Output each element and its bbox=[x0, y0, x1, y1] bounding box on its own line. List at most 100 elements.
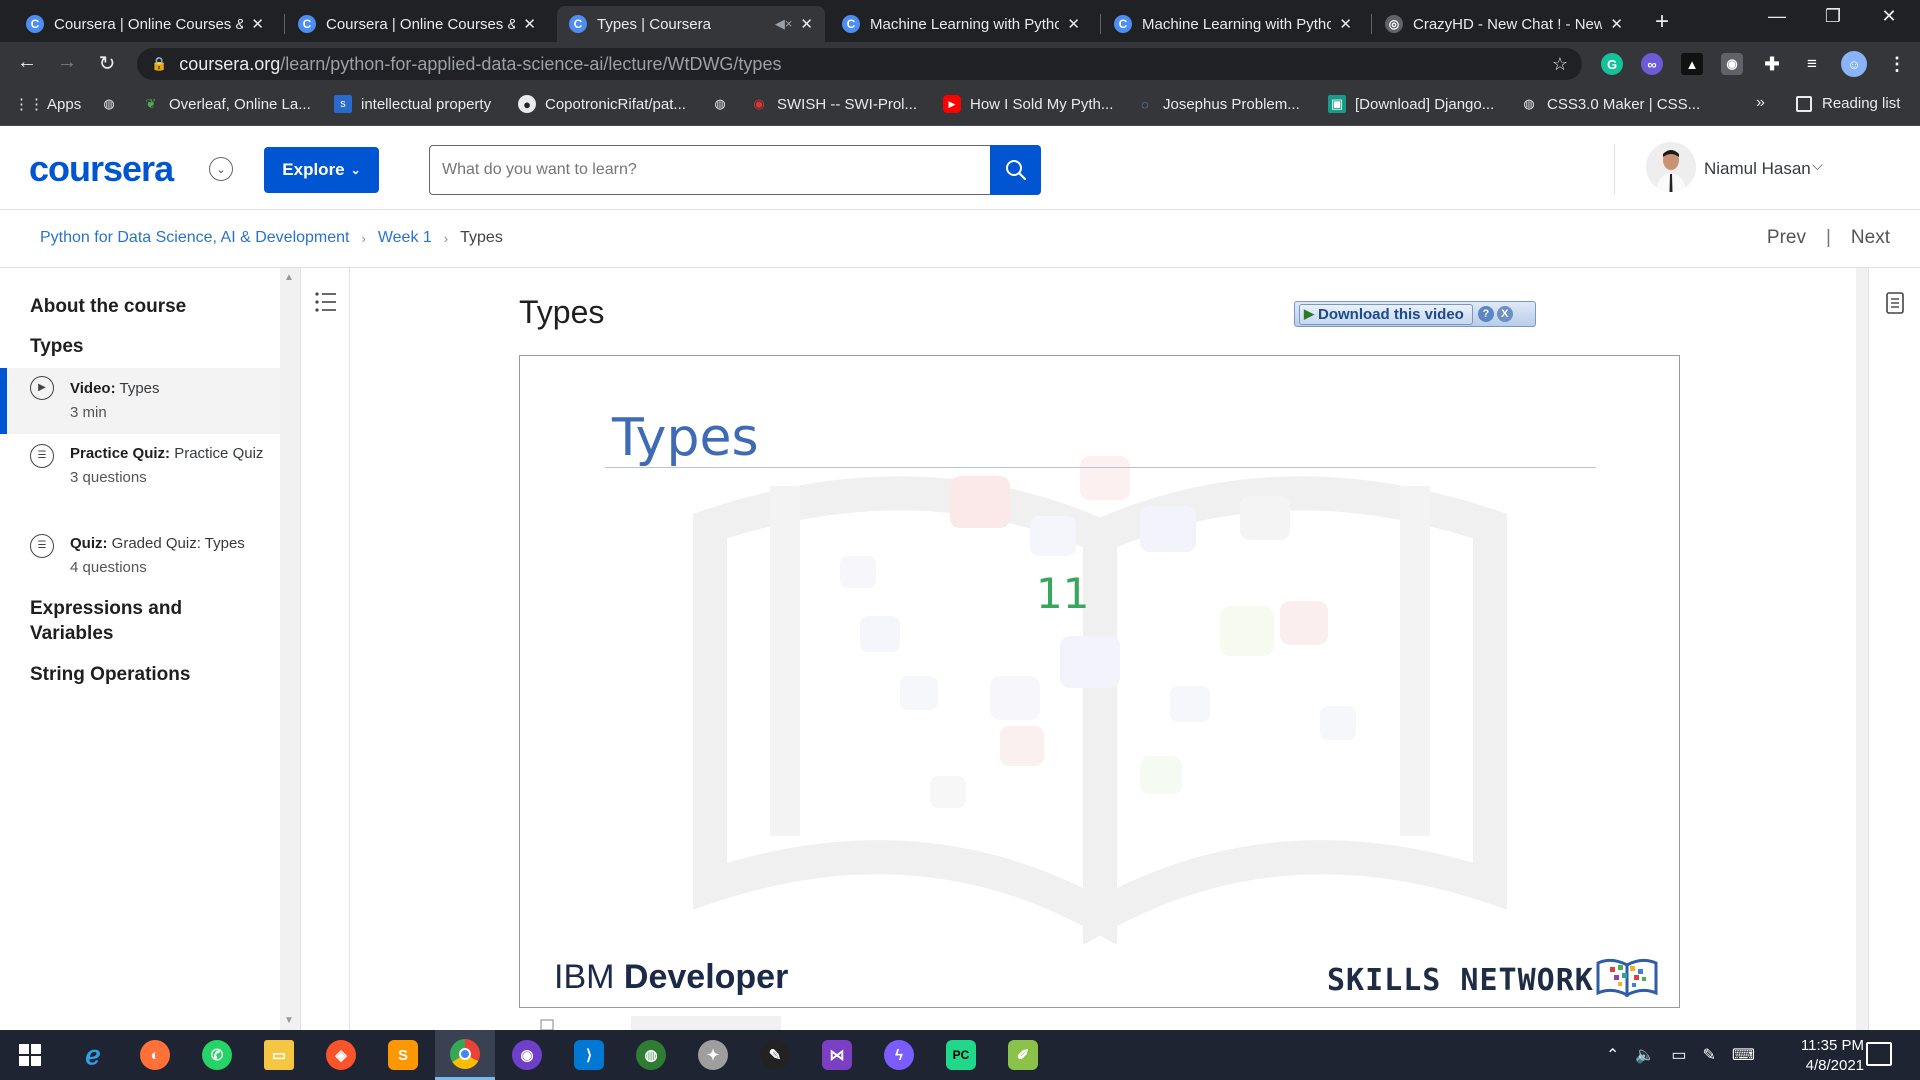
taskbar-app[interactable]: ▭ bbox=[249, 1030, 309, 1080]
bookmark-item[interactable]: ▣ [Download] Django... bbox=[1328, 95, 1494, 113]
bookmark-item[interactable]: ◍ bbox=[100, 95, 127, 113]
scroll-up-icon[interactable]: ▲ bbox=[284, 272, 294, 283]
sidebar-item-graded-quiz[interactable]: ☰ Quiz: Graded Quiz: Types 4 questions bbox=[0, 532, 280, 582]
bookmark-item[interactable]: ◍ CSS3.0 Maker | CSS... bbox=[1520, 95, 1700, 113]
more-bookmarks-button[interactable]: » bbox=[1756, 94, 1765, 112]
close-icon[interactable]: X bbox=[1496, 306, 1513, 322]
bookmark-item[interactable]: ❦ Overleaf, Online La... bbox=[142, 95, 311, 113]
extension-icon[interactable]: ∞ bbox=[1641, 53, 1663, 75]
taskbar-app[interactable]: ◉ bbox=[497, 1030, 557, 1080]
list-outline-icon[interactable] bbox=[314, 290, 338, 314]
extension-icon[interactable]: ▲ bbox=[1681, 53, 1703, 75]
close-tab-icon[interactable]: ✕ bbox=[800, 15, 813, 33]
taskbar-app[interactable]: S bbox=[373, 1030, 433, 1080]
media-control-icon[interactable]: ≡ bbox=[1801, 53, 1823, 75]
grammarly-extension-icon[interactable]: G bbox=[1601, 53, 1623, 75]
chevron-down-icon[interactable]: ⌄ bbox=[209, 157, 233, 181]
bookmarks-bar: ⋮⋮ Apps ◍ ❦ Overleaf, Online La... s int… bbox=[0, 86, 1920, 126]
address-bar[interactable]: 🔒 coursera.org/learn/python-for-applied-… bbox=[137, 48, 1582, 80]
close-tab-icon[interactable]: ✕ bbox=[523, 15, 536, 33]
taskbar-app[interactable]: ✆ bbox=[187, 1030, 247, 1080]
close-tab-icon[interactable]: ✕ bbox=[1339, 15, 1352, 33]
sidebar-section-title[interactable]: Types bbox=[30, 334, 84, 359]
search-input[interactable] bbox=[429, 145, 990, 195]
taskbar-app[interactable]: ✐ bbox=[993, 1030, 1053, 1080]
avatar[interactable] bbox=[1646, 142, 1696, 192]
taskbar-app[interactable]: ✎ bbox=[745, 1030, 805, 1080]
browser-tab[interactable]: C Coursera | Online Courses & Cr ✕ bbox=[14, 6, 276, 42]
video-player[interactable]: Types 11 IBM Developer SKILLS NETWORK bbox=[519, 355, 1680, 1008]
taskbar-app[interactable]: ◐ bbox=[125, 1030, 185, 1080]
slide-value: 11 bbox=[1036, 569, 1090, 618]
download-video-button[interactable]: ▶ Download this video bbox=[1299, 303, 1473, 325]
bookmark-item[interactable]: ◉ SWISH -- SWI-Prol... bbox=[750, 95, 917, 113]
forward-arrow-icon[interactable]: → bbox=[54, 51, 80, 74]
notes-icon[interactable] bbox=[1886, 292, 1904, 314]
close-window-icon[interactable]: ✕ bbox=[1866, 6, 1912, 27]
lock-icon[interactable]: 🔒 bbox=[151, 56, 167, 72]
coursera-logo[interactable]: coursera bbox=[29, 148, 174, 190]
chevron-up-icon[interactable]: ⌃ bbox=[1606, 1045, 1619, 1065]
reload-icon[interactable]: ↻ bbox=[94, 51, 120, 76]
taskbar-app[interactable]: ⟩ bbox=[559, 1030, 619, 1080]
user-name[interactable]: Niamul Hasan bbox=[1704, 159, 1811, 179]
bookmark-item[interactable]: ◌ Josephus Problem... bbox=[1136, 95, 1300, 113]
explore-button[interactable]: Explore ⌄ bbox=[264, 147, 379, 193]
taskbar-app[interactable]: ◈ bbox=[311, 1030, 371, 1080]
close-tab-icon[interactable]: ✕ bbox=[1067, 15, 1080, 33]
windows-logo-icon bbox=[19, 1044, 41, 1066]
sidebar-section-strings[interactable]: String Operations bbox=[30, 662, 190, 687]
taskbar-app[interactable]: ϟ bbox=[869, 1030, 929, 1080]
taskbar-clock[interactable]: 11:35 PM 4/8/2021 bbox=[1768, 1036, 1864, 1076]
minimize-window-icon[interactable]: — bbox=[1754, 6, 1800, 27]
taskbar-app[interactable]: ⋈ bbox=[807, 1030, 867, 1080]
taskbar-app-chrome[interactable] bbox=[435, 1030, 495, 1080]
extensions-puzzle-icon[interactable]: ✚ bbox=[1761, 53, 1783, 75]
browser-tab[interactable]: C Machine Learning with Python ✕ bbox=[1102, 6, 1364, 42]
bookmark-star-icon[interactable]: ☆ bbox=[1552, 54, 1568, 75]
volume-icon[interactable]: 🔈 bbox=[1635, 1045, 1655, 1065]
pen-icon[interactable]: ✎ bbox=[1702, 1045, 1715, 1065]
next-button[interactable]: Next bbox=[1851, 227, 1890, 249]
close-tab-icon[interactable]: ✕ bbox=[251, 15, 264, 33]
browser-tab[interactable]: ◎ CrazyHD - New Chat ! - New ✕ bbox=[1373, 6, 1635, 42]
sidebar-scrollbar[interactable]: ▲ ▼ bbox=[280, 268, 300, 1030]
chevron-down-icon[interactable]: ⌵ bbox=[1812, 157, 1823, 174]
audio-muted-icon[interactable]: ◀× bbox=[775, 16, 793, 32]
taskbar-app[interactable]: ◍ bbox=[621, 1030, 681, 1080]
notifications-icon[interactable] bbox=[1866, 1042, 1892, 1066]
taskbar-app[interactable]: ℯ bbox=[63, 1030, 123, 1080]
breadcrumb-week-link[interactable]: Week 1 bbox=[378, 229, 432, 247]
help-icon[interactable]: ? bbox=[1477, 306, 1494, 322]
network-icon[interactable]: ▭ bbox=[1671, 1045, 1686, 1065]
sidebar-item-video-types[interactable]: ▶ Video: Types 3 min bbox=[0, 368, 280, 434]
restore-window-icon[interactable]: ❐ bbox=[1810, 6, 1856, 27]
browser-tab[interactable]: C Machine Learning with Python ✕ bbox=[830, 6, 1092, 42]
search-button[interactable] bbox=[990, 145, 1041, 195]
back-arrow-icon[interactable]: ← bbox=[14, 51, 40, 74]
bookmark-apps[interactable]: ⋮⋮ Apps bbox=[14, 95, 81, 114]
new-tab-button[interactable]: + bbox=[1655, 8, 1669, 36]
sidebar-section-expressions[interactable]: Expressions and Variables bbox=[30, 596, 250, 646]
keyboard-icon[interactable]: ⌨ bbox=[1732, 1045, 1755, 1065]
prev-button[interactable]: Prev bbox=[1767, 227, 1806, 249]
scroll-down-icon[interactable]: ▼ bbox=[284, 1015, 294, 1026]
reading-list-button[interactable]: Reading list bbox=[1796, 95, 1900, 112]
breadcrumb-course-link[interactable]: Python for Data Science, AI & Developmen… bbox=[40, 229, 350, 247]
taskbar-app[interactable]: PC bbox=[931, 1030, 991, 1080]
browser-tab-active[interactable]: C Types | Coursera ◀× ✕ bbox=[557, 6, 825, 42]
bookmark-item[interactable]: ● CopotronicRifat/pat... bbox=[518, 95, 686, 113]
windows-start-button[interactable] bbox=[0, 1030, 60, 1080]
bookmark-item[interactable]: s intellectual property bbox=[334, 95, 491, 113]
bookmark-item[interactable]: ◍ bbox=[711, 95, 738, 113]
close-tab-icon[interactable]: ✕ bbox=[1610, 15, 1623, 33]
bookmark-item[interactable]: ▶ How I Sold My Pyth... bbox=[943, 95, 1113, 113]
camera-extension-icon[interactable]: ◉ bbox=[1721, 53, 1743, 75]
profile-avatar-icon[interactable]: ☺ bbox=[1841, 51, 1867, 77]
sidebar-item-practice-quiz[interactable]: ☰ Practice Quiz: Practice Quiz 3 questio… bbox=[0, 442, 280, 530]
browser-tab[interactable]: C Coursera | Online Courses & Cr ✕ bbox=[286, 6, 548, 42]
about-course-link[interactable]: About the course bbox=[30, 294, 186, 319]
chrome-menu-icon[interactable]: ⋮ bbox=[1886, 53, 1908, 75]
main-scrollbar[interactable] bbox=[1856, 268, 1868, 1030]
taskbar-app[interactable]: ✦ bbox=[683, 1030, 743, 1080]
